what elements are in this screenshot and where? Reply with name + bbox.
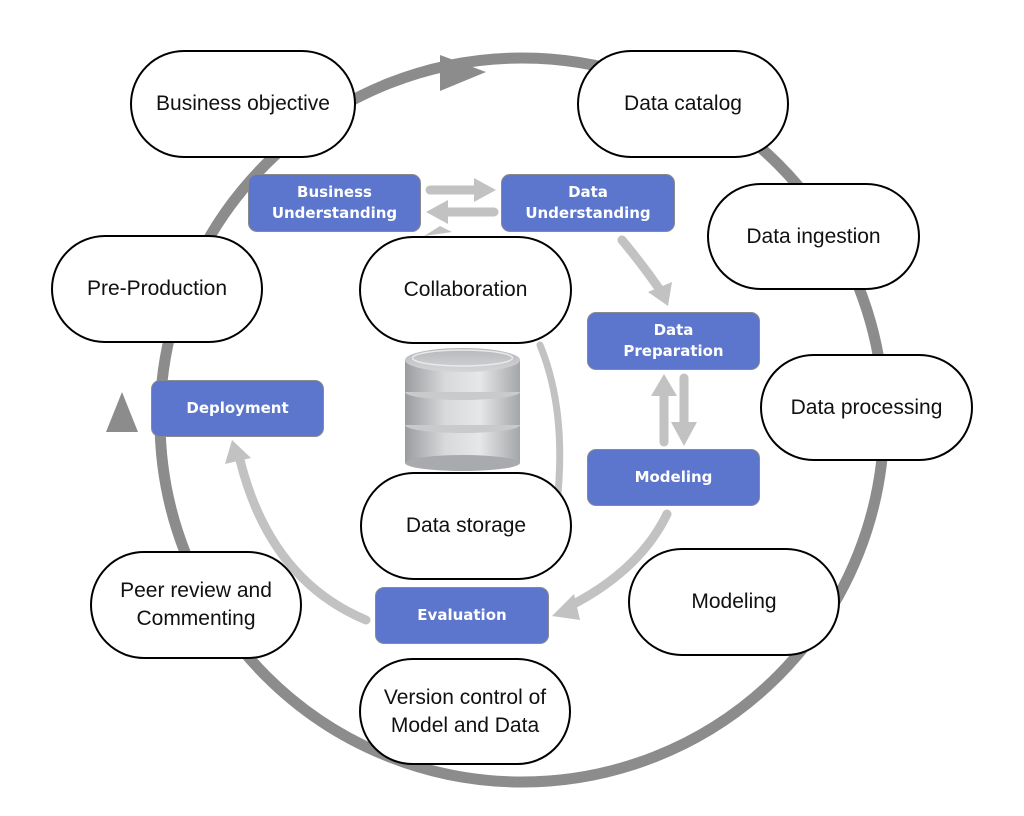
phase-evaluation: Evaluation — [375, 587, 549, 644]
node-label: Business objective — [156, 92, 330, 115]
phase-business-understanding: Business Understanding — [248, 174, 421, 232]
arrow-preparation-to-modeling — [671, 373, 697, 446]
node-label: Data storage — [405, 514, 527, 537]
phase-label: Evaluation — [417, 606, 507, 624]
node-business-objective: Business objective — [130, 50, 356, 158]
node-collaboration: Collaboration — [359, 236, 572, 344]
node-pre-production: Pre-Production — [51, 235, 263, 343]
node-data-ingestion: Data ingestion — [707, 183, 920, 290]
node-label: Data processing — [790, 395, 943, 419]
phase-label: Modeling — [634, 468, 713, 486]
node-data-storage: Data storage — [360, 472, 572, 580]
node-version-control: Version control of Model and Data — [359, 658, 571, 765]
node-label: Peer review and Commenting — [120, 579, 272, 630]
arrow-modeling-to-preparation — [651, 374, 677, 447]
inner-feedback-arrowhead — [424, 226, 452, 236]
node-label: Data ingestion — [746, 224, 881, 248]
node-label: Modeling — [691, 590, 777, 613]
node-peer-review: Peer review and Commenting — [90, 551, 302, 659]
arrow-business-to-data-understanding — [425, 178, 496, 202]
node-label: Version control of Model and Data — [383, 685, 547, 737]
node-modeling-outer: Modeling — [628, 548, 840, 656]
node-data-processing: Data processing — [760, 354, 973, 461]
phase-data-preparation: Data Preparation — [587, 312, 760, 370]
phase-label: Deployment — [186, 399, 289, 417]
phase-label: Data Preparation — [623, 321, 724, 360]
phase-label: Data Understanding — [525, 183, 651, 222]
arrow-data-to-business-understanding — [426, 200, 499, 224]
ml-lifecycle-diagram: Business objective Data catalog Data ing… — [0, 0, 1024, 816]
arrow-data-understanding-to-preparation — [617, 235, 672, 306]
phase-deployment: Deployment — [151, 380, 324, 437]
database-icon — [405, 348, 520, 471]
node-label: Collaboration — [403, 278, 528, 301]
node-label: Pre-Production — [86, 277, 228, 300]
phase-modeling: Modeling — [587, 449, 760, 506]
outer-cycle-arrowhead-left — [106, 392, 138, 432]
node-data-catalog: Data catalog — [577, 50, 789, 158]
node-label: Data catalog — [624, 92, 742, 115]
phase-data-understanding: Data Understanding — [501, 174, 675, 232]
phase-label: Business Understanding — [271, 183, 398, 222]
